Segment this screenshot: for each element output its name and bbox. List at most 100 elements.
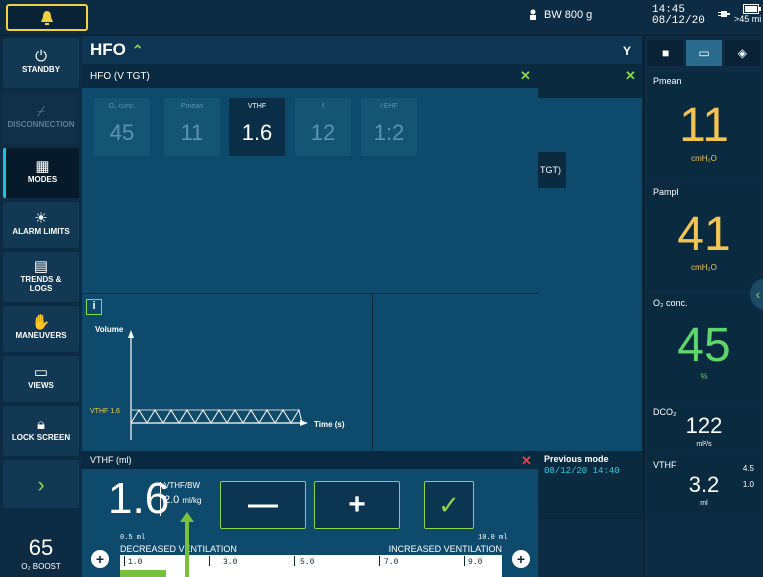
param-o2-conc[interactable]: O₂ conc. 45 <box>94 98 150 156</box>
check-icon: ✓ <box>438 489 460 520</box>
param-pmean[interactable]: Pmean 11 <box>164 98 220 156</box>
slider-fill <box>120 570 166 577</box>
tick-label: 1.0 <box>128 558 143 567</box>
previous-mode[interactable]: Previous mode 08/12/20 14:40 <box>538 451 642 517</box>
disconnection-button[interactable]: ⌿ DISCONNECTION <box>3 92 79 144</box>
param-label: f <box>322 103 324 110</box>
loops-icon: ▭ <box>698 46 710 60</box>
background-close-icon[interactable]: ✕ <box>625 68 636 84</box>
decreased-label: DECREASED VENTILATION <box>120 544 237 554</box>
alarm-limits-button[interactable]: ☀ ALARM LIMITS <box>3 202 79 248</box>
alarm-button[interactable] <box>6 4 88 31</box>
vtbw-readout: 2.0 ml/kg <box>164 494 201 506</box>
graph-x-label: Time (s) <box>314 420 345 429</box>
views-label: VIEWS <box>28 381 54 390</box>
camera-button[interactable]: ■ <box>648 40 684 66</box>
maneuvers-button[interactable]: ✋ MANEUVERS <box>3 306 79 352</box>
tick-line <box>464 556 465 566</box>
monitor-value: 41 <box>677 208 731 261</box>
overlay-close-icon[interactable]: ✕ <box>520 68 531 84</box>
baby-icon <box>530 9 536 20</box>
maneuvers-label: MANEUVERS <box>15 331 67 340</box>
plus-icon: + <box>348 488 366 521</box>
param-frequency[interactable]: f 12 <box>295 98 351 156</box>
hand-icon: ✋ <box>31 314 51 331</box>
monitor-pampl[interactable]: Pampl 41 cmH₂O <box>648 183 760 291</box>
tick-label: 5.0 <box>300 558 315 567</box>
tgt-fragment: TGT) <box>540 165 561 175</box>
layers-button[interactable]: ◈ <box>724 40 760 66</box>
tick-label: 7.0 <box>384 558 399 567</box>
param-vthf[interactable]: VTHF 1.6 <box>229 98 285 156</box>
layers-icon: ◈ <box>737 46 747 60</box>
chevron-right-icon: › <box>37 471 45 497</box>
views-icon: ▭ <box>33 364 49 381</box>
param-ie-ratio[interactable]: I:EHF 1:2 <box>361 98 417 156</box>
expand-button[interactable]: › <box>3 460 79 508</box>
tick-line <box>124 556 125 566</box>
alarm-limits-icon: ☀ <box>34 210 48 227</box>
tgt-button[interactable]: TGT) <box>538 152 566 188</box>
tick-line <box>379 556 380 566</box>
lock-screen-label: LOCK SCREEN <box>11 433 71 442</box>
mode-header <box>82 36 642 64</box>
trends-label-2: LOGS <box>29 283 53 293</box>
param-label: O₂ conc. <box>108 103 136 110</box>
monitor-low-limit: 1.0 <box>742 480 754 489</box>
chevron-up-icon: ⌃ <box>131 41 144 58</box>
monitor-o2-conc[interactable]: O₂ conc. 45 % <box>648 294 760 400</box>
monitor-label: VTHF <box>653 460 677 470</box>
standby-button[interactable]: ⏻ STANDBY <box>3 38 79 88</box>
graph-y-label: Volume <box>95 325 124 334</box>
bell-icon <box>41 10 53 25</box>
overlay-title: HFO (V TGT) <box>82 64 538 88</box>
info-button[interactable]: i <box>86 299 102 315</box>
previous-mode-title: Previous mode <box>544 454 609 464</box>
param-value: 1:2 <box>373 120 405 145</box>
confirm-button[interactable]: ✓ <box>424 481 474 529</box>
volume-waveform <box>130 408 303 424</box>
param-label: I:EHF <box>380 103 398 110</box>
adjust-close-icon[interactable]: ✕ <box>521 453 532 469</box>
increase-button[interactable]: + <box>314 481 400 529</box>
monitor-value: 11 <box>679 99 729 152</box>
bottom-tile <box>538 519 642 577</box>
monitor-high-limit: 4.5 <box>742 464 754 473</box>
param-value: 1.6 <box>241 120 273 145</box>
lock-screen-button[interactable]: 🔒︎ LOCK SCREEN <box>3 406 79 456</box>
monitor-vthf[interactable]: VTHF 3.2 ml 4.5 1.0 <box>648 456 760 518</box>
decrease-button[interactable]: — <box>220 481 306 529</box>
clock: 14:45 08/12/20 <box>652 5 705 27</box>
top-bar <box>0 0 763 34</box>
param-label: VTHF <box>247 103 267 110</box>
scale-max-button[interactable]: + <box>512 550 530 568</box>
y-axis-arrow <box>128 330 134 338</box>
divider <box>82 293 538 294</box>
views-button[interactable]: ▭ VIEWS <box>3 356 79 402</box>
y-button[interactable]: Y <box>618 42 636 60</box>
body-weight: BW 800 g <box>528 9 592 21</box>
previous-mode-datetime: 08/12/20 14:40 <box>544 466 620 476</box>
tick-line <box>294 556 295 566</box>
grid-icon: ▦ <box>35 158 50 175</box>
vtbw-unit: ml/kg <box>182 496 202 505</box>
param-value: 12 <box>310 120 336 145</box>
param-value: 11 <box>180 120 204 145</box>
background-panel <box>538 64 642 454</box>
monitor-unit: cmH₂O <box>691 154 717 163</box>
mode-title[interactable]: HFO ⌃ <box>90 40 144 60</box>
power-icon: ⏻ <box>35 48 47 65</box>
ventilation-labels: DECREASED VENTILATION INCREASED VENTILAT… <box>120 544 502 554</box>
monitor-pmean[interactable]: Pmean 11 cmH₂O <box>648 72 760 180</box>
loops-button[interactable]: ▭ <box>686 40 722 66</box>
mode-name: HFO <box>90 40 126 59</box>
date: 08/12/20 <box>652 15 705 27</box>
body-weight-label: BW 800 g <box>544 9 593 21</box>
lock-icon: 🔒︎ <box>37 416 45 433</box>
trends-logs-button[interactable]: ▤ TRENDS & LOGS <box>3 252 79 302</box>
current-value-pointer <box>180 512 194 577</box>
scale-min-button[interactable]: + <box>91 550 109 568</box>
monitor-dco2[interactable]: DCO₂ 122 ml²/s <box>648 403 760 453</box>
tick-label: 9.0 <box>468 558 483 567</box>
modes-button[interactable]: ▦ MODES <box>3 148 79 198</box>
